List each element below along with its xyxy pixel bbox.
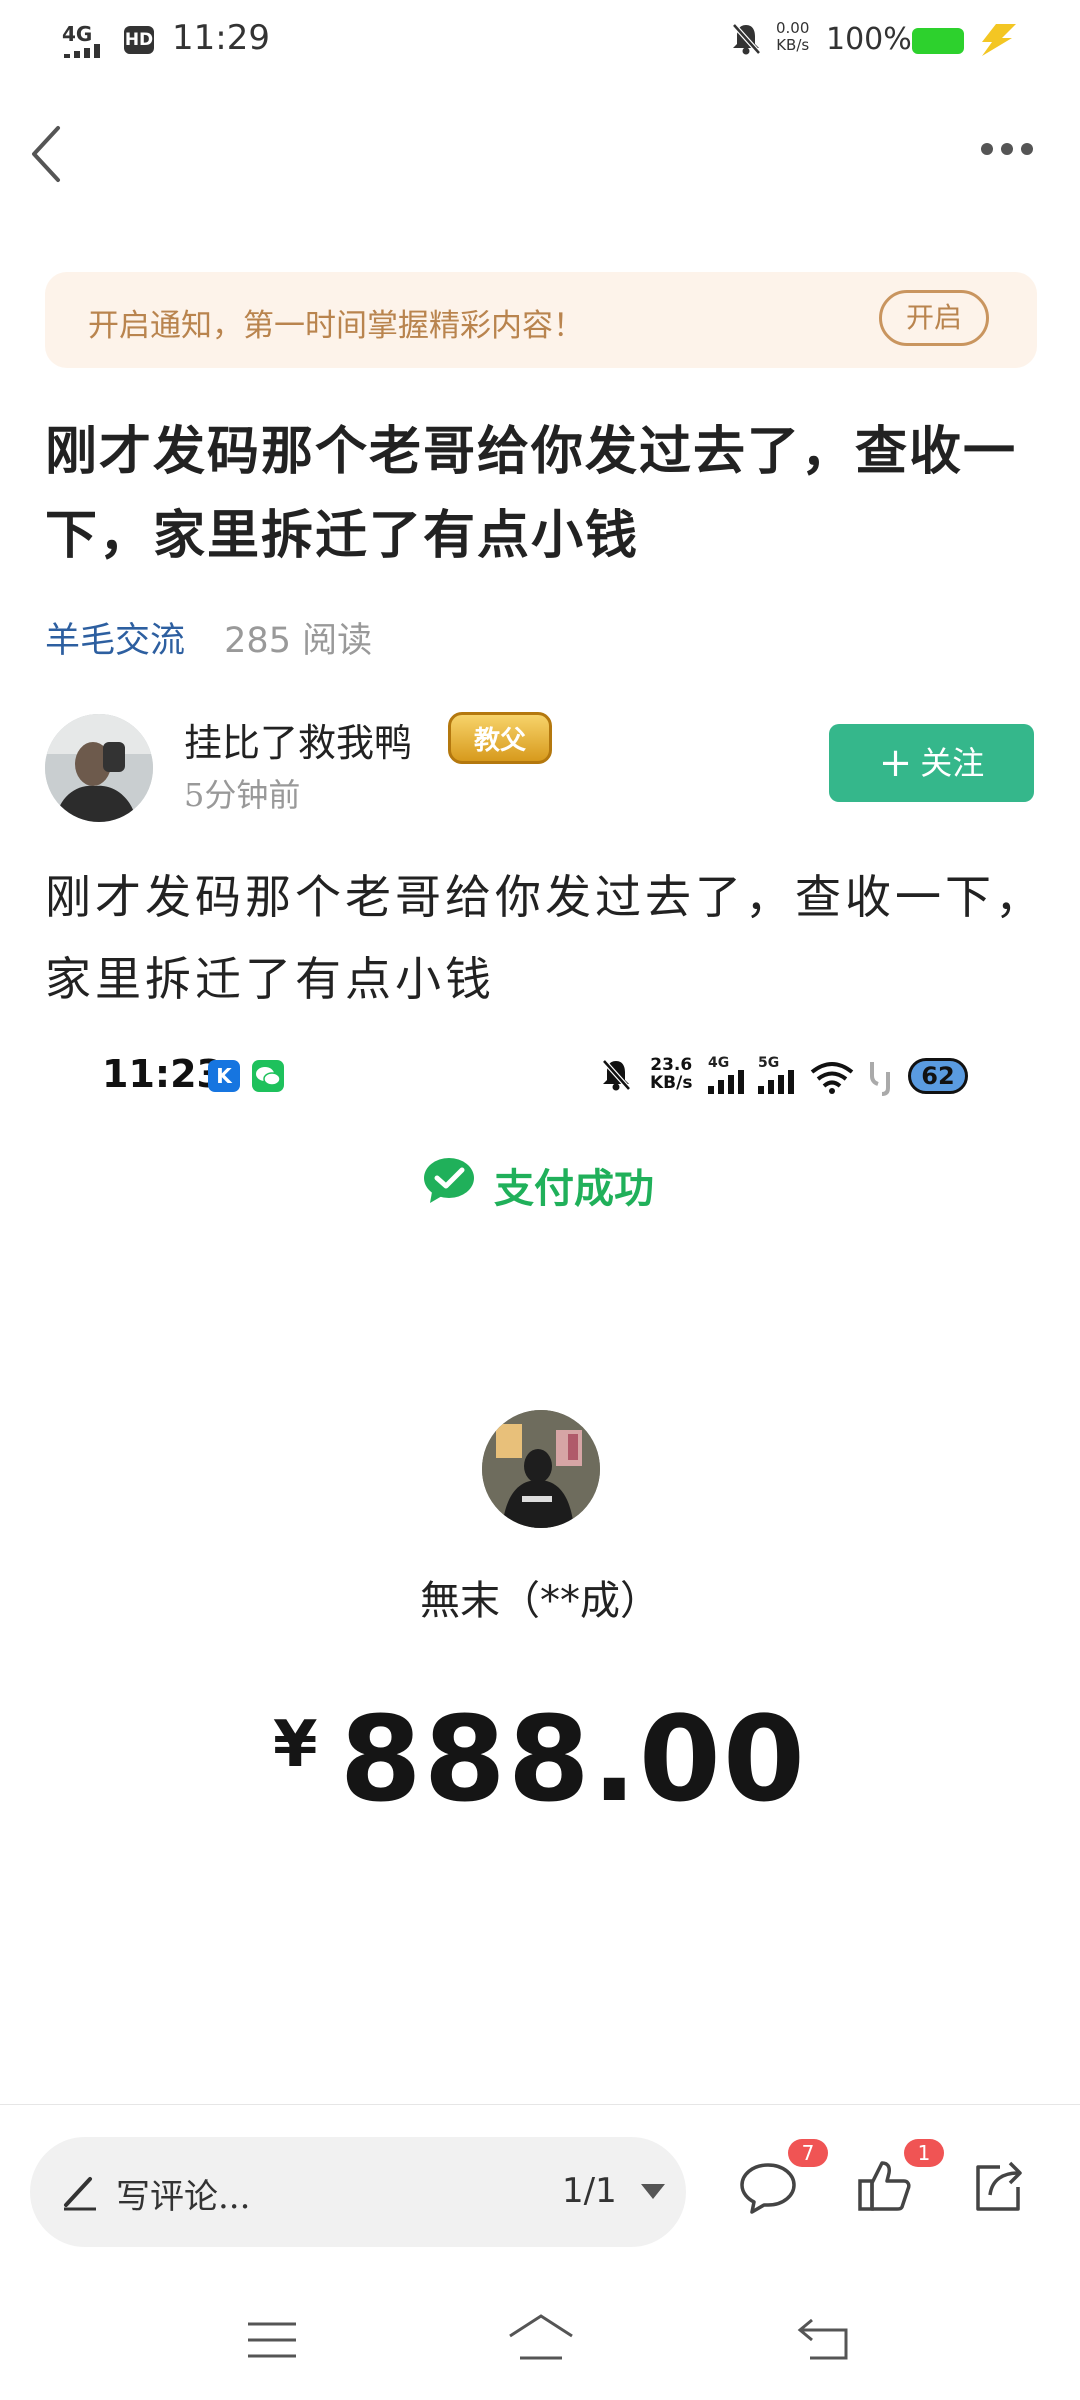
system-navigation-bar: [0, 2290, 1080, 2400]
shot-network-speed: 23.6 KB/s: [650, 1056, 692, 1092]
clock: 11:29: [172, 18, 270, 58]
chevron-left-icon[interactable]: [28, 124, 64, 184]
system-back-icon[interactable]: [796, 2316, 852, 2362]
hd-badge: HD: [124, 26, 154, 54]
like-count-badge: 1: [904, 2139, 944, 2167]
currency-symbol: ¥: [273, 1708, 318, 1782]
bottom-action-bar: 写评论... 1/1 7 1: [0, 2104, 1080, 2265]
author-badge: 教父: [448, 712, 552, 764]
earbuds-icon: [870, 1062, 890, 1096]
app-k-icon: K: [208, 1060, 240, 1092]
shot-battery: 62: [908, 1058, 968, 1094]
shot-5g-signal: 5G: [758, 1056, 798, 1098]
bell-off-icon: [732, 23, 761, 55]
network-speed-value: 0.00: [776, 19, 810, 37]
follow-button[interactable]: + 关注: [829, 724, 1034, 802]
payee-avatar-image: [482, 1410, 600, 1528]
embedded-payment-screenshot[interactable]: 11:23 K 23.6 KB/s 4G 5G 62 支付成功 無末（**成） …: [0, 1030, 1080, 2100]
battery-percent: 100%: [826, 22, 912, 57]
payee-name: 無末（**成）: [420, 1578, 660, 1624]
shot-4g-signal: 4G: [708, 1056, 748, 1098]
author-avatar[interactable]: [45, 714, 153, 822]
wifi-icon: [810, 1062, 854, 1094]
article-body: 刚才发码那个老哥给你发过去了，查收一下，家里拆迁了有点小钱: [45, 870, 1045, 1006]
post-time: 5分钟前: [184, 776, 301, 814]
battery-icon: [912, 28, 964, 54]
caret-down-icon[interactable]: [640, 2183, 666, 2201]
network-type: 4G: [62, 22, 93, 46]
network-speed: 0.00 KB/s: [776, 20, 809, 54]
plus-icon: +: [878, 740, 913, 786]
network-speed-unit: KB/s: [776, 36, 810, 54]
shot-net2-label: 5G: [758, 1055, 780, 1071]
notification-banner: 开启通知，第一时间掌握精彩内容！ 开启: [45, 272, 1037, 368]
comment-placeholder: 写评论...: [116, 2177, 251, 2217]
article-meta: 羊毛交流 285 阅读: [45, 612, 372, 663]
shot-bell-off-icon: [602, 1059, 631, 1091]
comment-count-badge: 7: [788, 2139, 828, 2167]
more-dots-icon[interactable]: [980, 142, 1034, 156]
payee-avatar: [482, 1410, 600, 1528]
notification-banner-text: 开启通知，第一时间掌握精彩内容！: [88, 308, 584, 344]
recent-apps-icon[interactable]: [246, 2320, 298, 2360]
wechat-app-icon: [252, 1060, 284, 1092]
category-link[interactable]: 羊毛交流: [45, 621, 185, 661]
enable-notification-button[interactable]: 开启: [879, 290, 989, 346]
comment-input[interactable]: 写评论... 1/1: [30, 2137, 686, 2247]
status-bar: 4G HD 11:29 0.00 KB/s 100%: [0, 0, 1080, 80]
shot-speed-unit: KB/s: [650, 1073, 693, 1093]
home-icon[interactable]: [506, 2312, 576, 2362]
amount-value: 888.00: [339, 1690, 807, 1828]
page-indicator[interactable]: 1/1: [562, 2171, 617, 2211]
read-count: 285 阅读: [224, 621, 373, 661]
signal-bars-icon: [758, 1070, 794, 1094]
signal-icon: [64, 44, 100, 58]
shot-speed-value: 23.6: [650, 1055, 693, 1075]
follow-button-label: 关注: [920, 744, 985, 782]
signal-bars-icon: [708, 1070, 744, 1094]
shot-clock: 11:23: [102, 1052, 223, 1096]
article-title: 刚才发码那个老哥给你发过去了，查收一下，家里拆迁了有点小钱: [45, 421, 1018, 566]
bolt-icon: [982, 24, 1016, 56]
wechat-check-icon: [424, 1158, 474, 1203]
author-name[interactable]: 挂比了救我鸭: [184, 712, 412, 767]
author-avatar-image: [45, 714, 153, 822]
thumbs-up-icon[interactable]: [856, 2159, 912, 2213]
comment-bubble-icon[interactable]: [738, 2161, 798, 2215]
payment-amount: ¥888.00: [0, 1690, 1080, 1828]
share-icon[interactable]: [970, 2159, 1026, 2213]
payment-success-text: 支付成功: [494, 1166, 654, 1212]
pen-icon: [64, 2177, 96, 2211]
shot-net1-label: 4G: [708, 1055, 730, 1071]
